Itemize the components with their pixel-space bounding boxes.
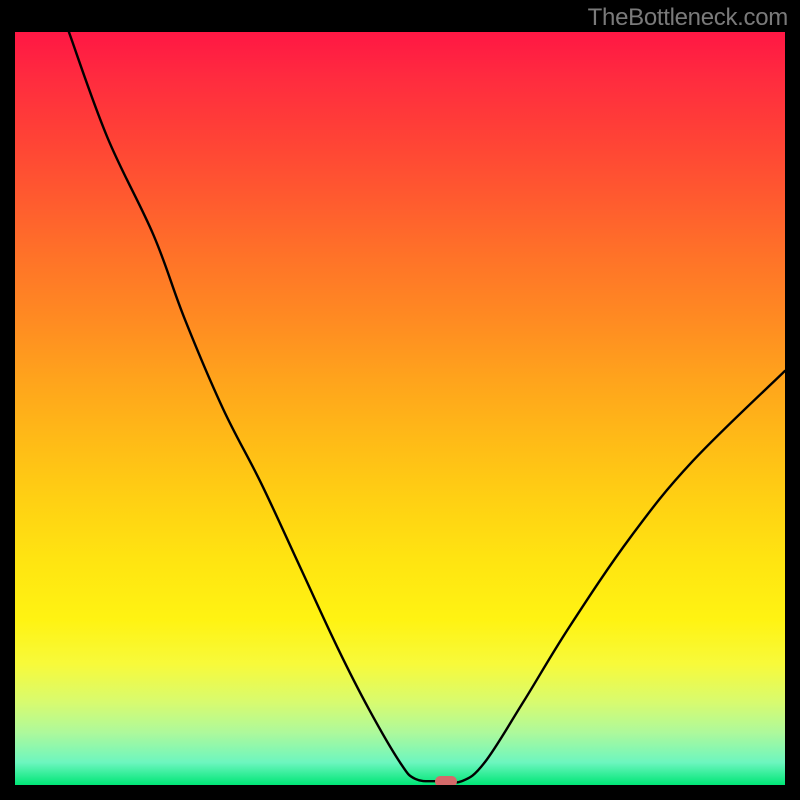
chart-container: TheBottleneck.com [0,0,800,800]
attribution-text: TheBottleneck.com [588,4,788,32]
curve-svg [15,32,785,785]
bottleneck-curve-path [69,32,785,783]
bottleneck-marker [435,776,457,785]
plot-area [15,32,785,785]
